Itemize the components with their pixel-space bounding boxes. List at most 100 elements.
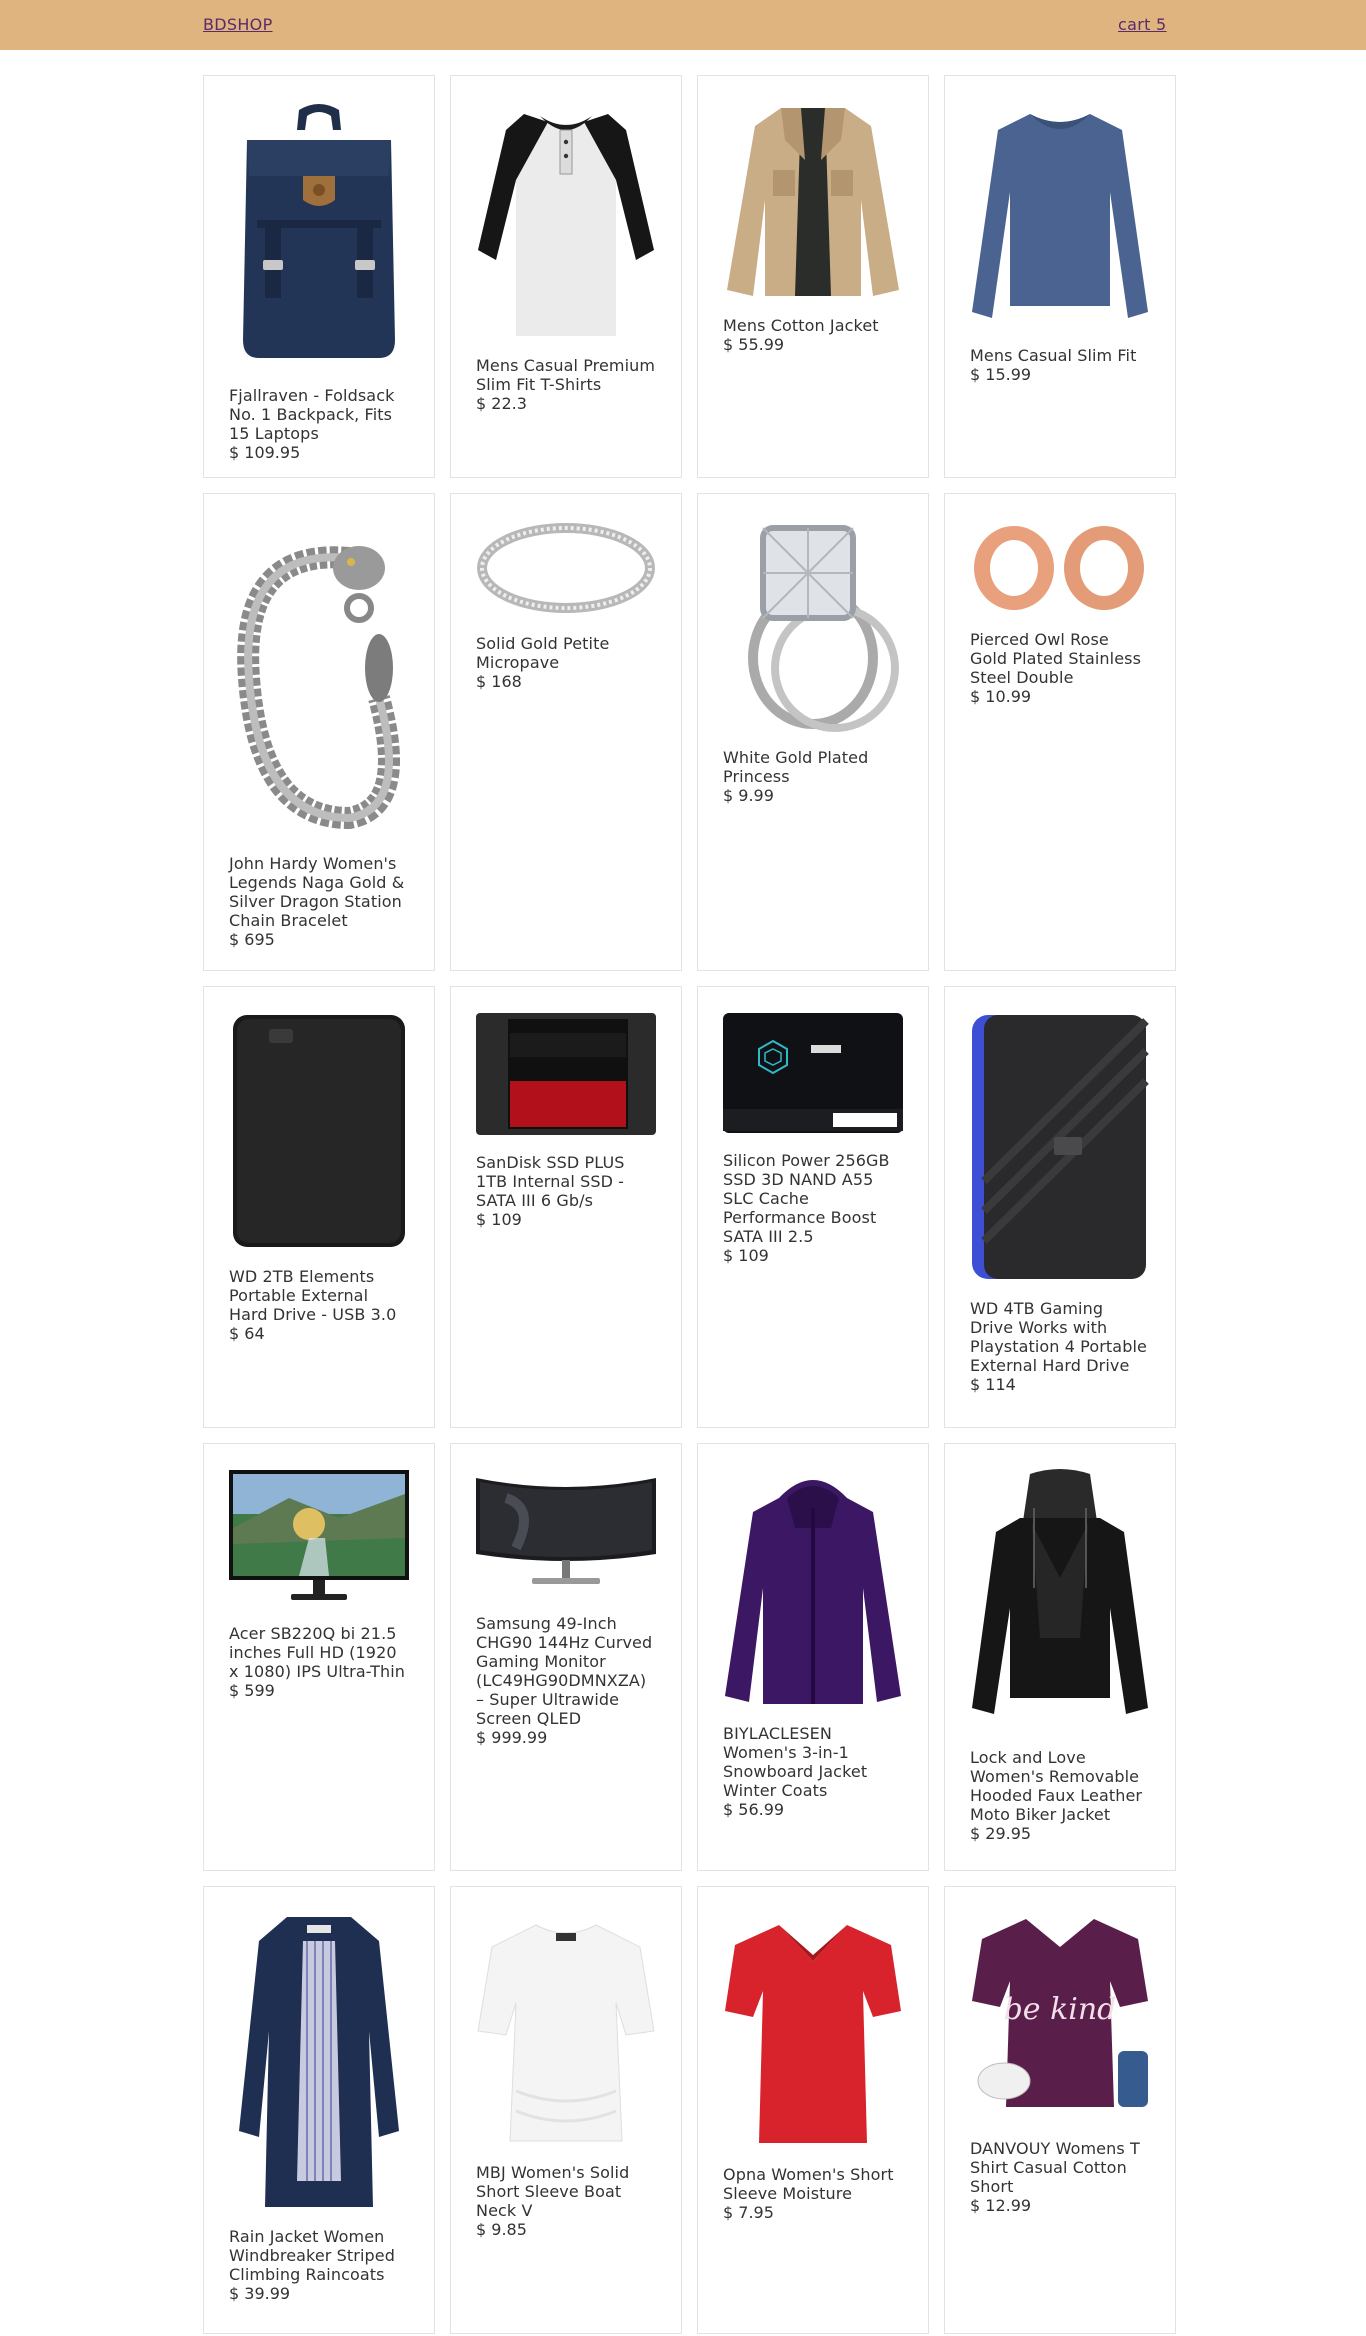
product-image <box>723 100 903 300</box>
product-card[interactable]: be kind DANVOUY Womens T Shirt Casual Co… <box>944 1886 1176 2334</box>
product-title: Opna Women's Short Sleeve Moisture <box>723 2165 894 2203</box>
raincoat-icon <box>239 1917 399 2207</box>
product-image <box>476 1911 656 2147</box>
product-card[interactable]: John Hardy Women's Legends Naga Gold & S… <box>203 493 435 971</box>
product-title: Acer SB220Q bi 21.5 inches Full HD (1920… <box>229 1624 406 1681</box>
dragon-bracelet-icon <box>237 546 400 830</box>
product-card[interactable]: WD 2TB Elements Portable External Hard D… <box>203 986 435 1428</box>
product-image <box>229 518 409 838</box>
product-card[interactable]: Rain Jacket Women Windbreaker Striped Cl… <box>203 1886 435 2334</box>
product-price: $ 9.85 <box>476 2220 527 2239</box>
product-price: $ 695 <box>229 930 275 949</box>
product-card[interactable]: Acer SB220Q bi 21.5 inches Full HD (1920… <box>203 1443 435 1871</box>
product-card[interactable]: Mens Casual Premium Slim Fit T-Shirts $ … <box>450 75 682 478</box>
product-card[interactable]: BIYLACLESEN Women's 3-in-1 Snowboard Jac… <box>697 1443 929 1871</box>
product-card[interactable]: White Gold Plated Princess $ 9.99 <box>697 493 929 971</box>
product-price: $ 55.99 <box>723 335 785 354</box>
product-image <box>229 100 409 370</box>
product-title: Mens Casual Slim Fit <box>970 346 1137 365</box>
product-card[interactable]: Samsung 49-Inch CHG90 144Hz Curved Gamin… <box>450 1443 682 1871</box>
red-tshirt-icon <box>725 1925 901 2143</box>
product-price: $ 15.99 <box>970 365 1032 384</box>
product-title: Mens Casual Premium Slim Fit T-Shirts <box>476 356 656 394</box>
product-image: be kind <box>970 1911 1150 2123</box>
product-image <box>723 1468 903 1708</box>
cart-link[interactable]: cart 5 <box>1118 15 1167 34</box>
product-price: $ 114 <box>970 1375 1016 1394</box>
cotton-jacket-icon <box>727 108 899 296</box>
curved-monitor-icon <box>476 1478 656 1584</box>
long-sleeve-shirt-icon <box>972 114 1148 318</box>
product-price: $ 56.99 <box>723 1800 785 1819</box>
product-card[interactable]: Silicon Power 256GB SSD 3D NAND A55 SLC … <box>697 986 929 1428</box>
product-title: SanDisk SSD PLUS 1TB Internal SSD - SATA… <box>476 1153 625 1210</box>
product-card[interactable]: Lock and Love Women's Removable Hooded F… <box>944 1443 1176 1871</box>
top-navbar: BDSHOP cart 5 <box>0 0 1366 50</box>
diamond-ring-icon <box>748 525 899 732</box>
product-title: DANVOUY Womens T Shirt Casual Cotton Sho… <box>970 2139 1140 2196</box>
product-image <box>229 1468 409 1608</box>
product-title: Solid Gold Petite Micropave <box>476 634 610 672</box>
product-card[interactable]: Opna Women's Short Sleeve Moisture $ 7.9… <box>697 1886 929 2334</box>
product-title: WD 2TB Elements Portable External Hard D… <box>229 1267 397 1324</box>
ssd-icon <box>476 1013 656 1135</box>
product-image <box>723 1011 903 1135</box>
product-price: $ 64 <box>229 1324 265 1343</box>
product-image <box>970 100 1150 330</box>
product-image <box>723 1911 903 2149</box>
leather-jacket-icon <box>972 1469 1148 1714</box>
product-card[interactable]: Solid Gold Petite Micropave $ 168 <box>450 493 682 971</box>
product-price: $ 7.95 <box>723 2203 774 2222</box>
product-image <box>476 100 656 340</box>
product-image <box>723 518 903 732</box>
product-title: Samsung 49-Inch CHG90 144Hz Curved Gamin… <box>476 1614 653 1728</box>
product-image <box>229 1011 409 1251</box>
product-title: Pierced Owl Rose Gold Plated Stainless S… <box>970 630 1142 687</box>
product-card[interactable]: Mens Cotton Jacket $ 55.99 <box>697 75 929 478</box>
product-price: $ 109 <box>723 1246 769 1265</box>
product-card[interactable]: Mens Casual Slim Fit $ 15.99 <box>944 75 1176 478</box>
product-title: WD 4TB Gaming Drive Works with Playstati… <box>970 1299 1147 1375</box>
product-card[interactable]: SanDisk SSD PLUS 1TB Internal SSD - SATA… <box>450 986 682 1428</box>
hard-drive-icon <box>233 1015 405 1247</box>
product-image <box>476 1011 656 1137</box>
product-card[interactable]: MBJ Women's Solid Short Sleeve Boat Neck… <box>450 1886 682 2334</box>
product-price: $ 109.95 <box>229 443 301 462</box>
product-price: $ 10.99 <box>970 687 1032 706</box>
ear-tunnel-icon <box>974 526 1144 610</box>
product-image <box>970 518 1150 614</box>
product-title: Fjallraven - Foldsack No. 1 Backpack, Fi… <box>229 386 395 443</box>
product-price: $ 999.99 <box>476 1728 548 1747</box>
product-card[interactable]: Pierced Owl Rose Gold Plated Stainless S… <box>944 493 1176 971</box>
backpack-icon <box>243 104 395 358</box>
product-image <box>970 1468 1150 1732</box>
product-title: Rain Jacket Women Windbreaker Striped Cl… <box>229 2227 395 2284</box>
product-title: Silicon Power 256GB SSD 3D NAND A55 SLC … <box>723 1151 890 1246</box>
white-top-icon <box>477 1924 655 2142</box>
product-title: White Gold Plated Princess <box>723 748 869 786</box>
product-image <box>476 1468 656 1598</box>
product-price: $ 9.99 <box>723 786 774 805</box>
raglan-tshirt-icon <box>478 114 654 336</box>
product-title: BIYLACLESEN Women's 3-in-1 Snowboard Jac… <box>723 1724 868 1800</box>
product-card[interactable]: WD 4TB Gaming Drive Works with Playstati… <box>944 986 1176 1428</box>
monitor-icon <box>229 1470 409 1600</box>
brand-link[interactable]: BDSHOP <box>203 15 273 34</box>
ssd-icon <box>723 1013 903 1133</box>
product-price: $ 12.99 <box>970 2196 1032 2215</box>
product-image <box>476 518 656 618</box>
product-title: John Hardy Women's Legends Naga Gold & S… <box>229 854 405 930</box>
product-price: $ 168 <box>476 672 522 691</box>
product-card[interactable]: Fjallraven - Foldsack No. 1 Backpack, Fi… <box>203 75 435 478</box>
snowboard-jacket-icon <box>725 1480 901 1704</box>
purple-tshirt-icon: be kind <box>972 1919 1148 2107</box>
product-image <box>229 1911 409 2211</box>
product-price: $ 109 <box>476 1210 522 1229</box>
product-grid: Fjallraven - Foldsack No. 1 Backpack, Fi… <box>203 75 1176 2334</box>
ring-icon <box>477 523 655 613</box>
product-price: $ 599 <box>229 1681 275 1700</box>
product-price: $ 29.95 <box>970 1824 1032 1843</box>
product-image <box>970 1011 1150 1283</box>
product-title: MBJ Women's Solid Short Sleeve Boat Neck… <box>476 2163 630 2220</box>
gaming-drive-icon <box>972 1015 1149 1279</box>
